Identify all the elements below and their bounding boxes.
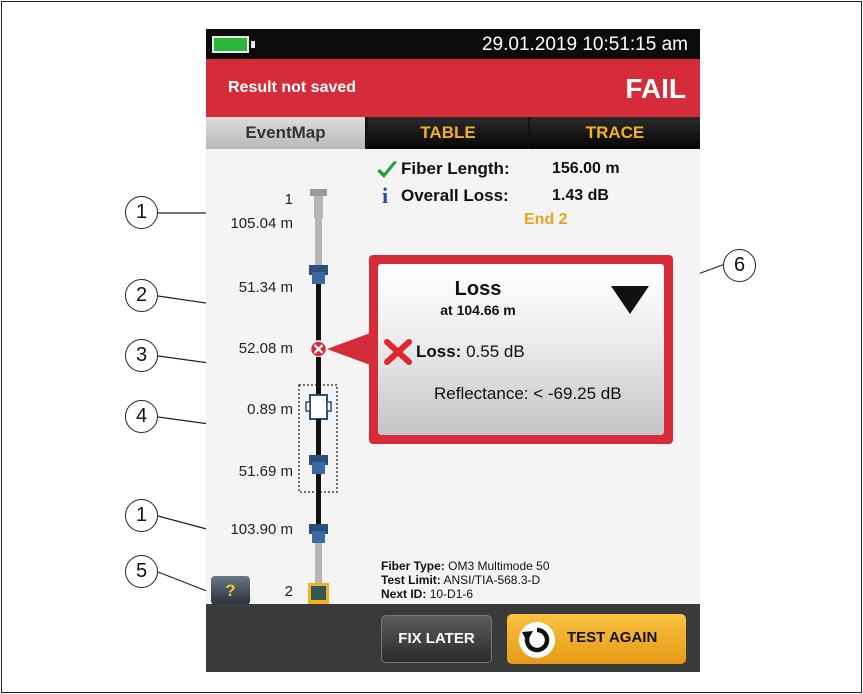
connector-1-icon — [309, 265, 328, 284]
connector-3-icon — [309, 524, 328, 543]
fiber-type-value: OM3 Multimode 50 — [448, 559, 550, 573]
test-limit-row: Test Limit: ANSI/TIA-568.3-D — [381, 573, 550, 587]
fail-event-icon — [309, 340, 328, 358]
action-bar: FIX LATER TEST AGAIN — [206, 604, 700, 672]
callout-1-bottom: 1 — [125, 499, 158, 532]
connector-2-icon — [309, 455, 328, 474]
segment-length: 52.08 m — [238, 340, 293, 357]
fiber-segment — [316, 284, 321, 348]
event-reflectance: Reflectance: < -69.25 dB — [434, 384, 622, 403]
fix-later-button[interactable]: FIX LATER — [381, 615, 492, 663]
next-id-row: Next ID: 10-D1-6 — [381, 587, 550, 601]
result-header: Result not saved FAIL — [206, 59, 700, 117]
expand-triangle-icon[interactable] — [611, 286, 649, 314]
fiber-type-label: Fiber Type: — [381, 559, 445, 573]
tab-table[interactable]: TABLE — [368, 117, 528, 149]
fiber-segment — [316, 419, 321, 455]
callout-3: 3 — [125, 339, 158, 372]
test-limit-value: ANSI/TIA-568.3-D — [443, 573, 541, 587]
test-again-button[interactable]: TEST AGAIN — [507, 614, 686, 664]
next-id-label: Next ID: — [381, 587, 427, 601]
event-distance: at 104.66 m — [440, 302, 516, 318]
fiber-info: Fiber Type: OM3 Multimode 50 Test Limit:… — [381, 559, 550, 601]
remote-unit-icon — [308, 583, 329, 604]
callout-6: 6 — [723, 249, 756, 282]
callout-5: 5 — [125, 555, 158, 588]
test-limit-label: Test Limit: — [381, 573, 441, 587]
segment-length: 51.69 m — [238, 463, 293, 480]
callout-2: 2 — [125, 279, 158, 312]
fiber-segment — [316, 474, 321, 524]
refresh-icon — [519, 622, 555, 658]
fiber-segment — [316, 357, 321, 395]
tail-fiber — [315, 543, 322, 583]
result-status: FAIL — [625, 73, 686, 104]
datetime: 29.01.2019 10:51:15 am — [481, 34, 688, 55]
segment-length: 103.90 m — [230, 521, 293, 538]
top-end-number: 1 — [284, 191, 293, 208]
event-loss-value: 0.55 dB — [466, 342, 525, 361]
next-id-value: 10-D1-6 — [429, 587, 474, 601]
event-popup-body: Loss at 104.66 m Loss: 0.55 dB Reflectan… — [378, 264, 664, 435]
event-loss-label: Loss: — [416, 342, 462, 361]
launch-fiber-top — [315, 218, 322, 265]
segment-length: 105.04 m — [230, 215, 293, 232]
callout-4: 4 — [125, 400, 158, 433]
help-button[interactable]: ? — [211, 576, 250, 605]
fail-x-icon — [384, 339, 412, 365]
callout-1-top: 1 — [125, 196, 158, 229]
segment-length: 51.34 m — [238, 279, 293, 296]
battery-icon — [212, 36, 249, 53]
event-type: Loss — [454, 278, 502, 300]
tester-screen: 29.01.2019 10:51:15 am Result not saved … — [206, 29, 700, 672]
result-save-status: Result not saved — [228, 79, 357, 96]
test-again-label: TEST AGAIN — [567, 629, 658, 646]
eventmap-panel: i Fiber Length: 156.00 m Overall Loss: 1… — [206, 149, 700, 605]
status-bar: 29.01.2019 10:51:15 am — [206, 29, 700, 59]
fiber-type-row: Fiber Type: OM3 Multimode 50 — [381, 559, 550, 573]
view-tabs: EventMap TABLE TRACE — [206, 117, 700, 149]
top-end-cap — [310, 189, 327, 196]
event-loss: Loss: 0.55 dB — [416, 342, 525, 362]
event-popup[interactable]: Loss at 104.66 m Loss: 0.55 dB Reflectan… — [369, 255, 673, 444]
tab-trace[interactable]: TRACE — [530, 117, 700, 149]
battery-tip — [251, 41, 255, 48]
segment-length: 0.89 m — [247, 401, 293, 418]
splice-icon — [305, 394, 332, 420]
tab-eventmap[interactable]: EventMap — [206, 117, 365, 149]
